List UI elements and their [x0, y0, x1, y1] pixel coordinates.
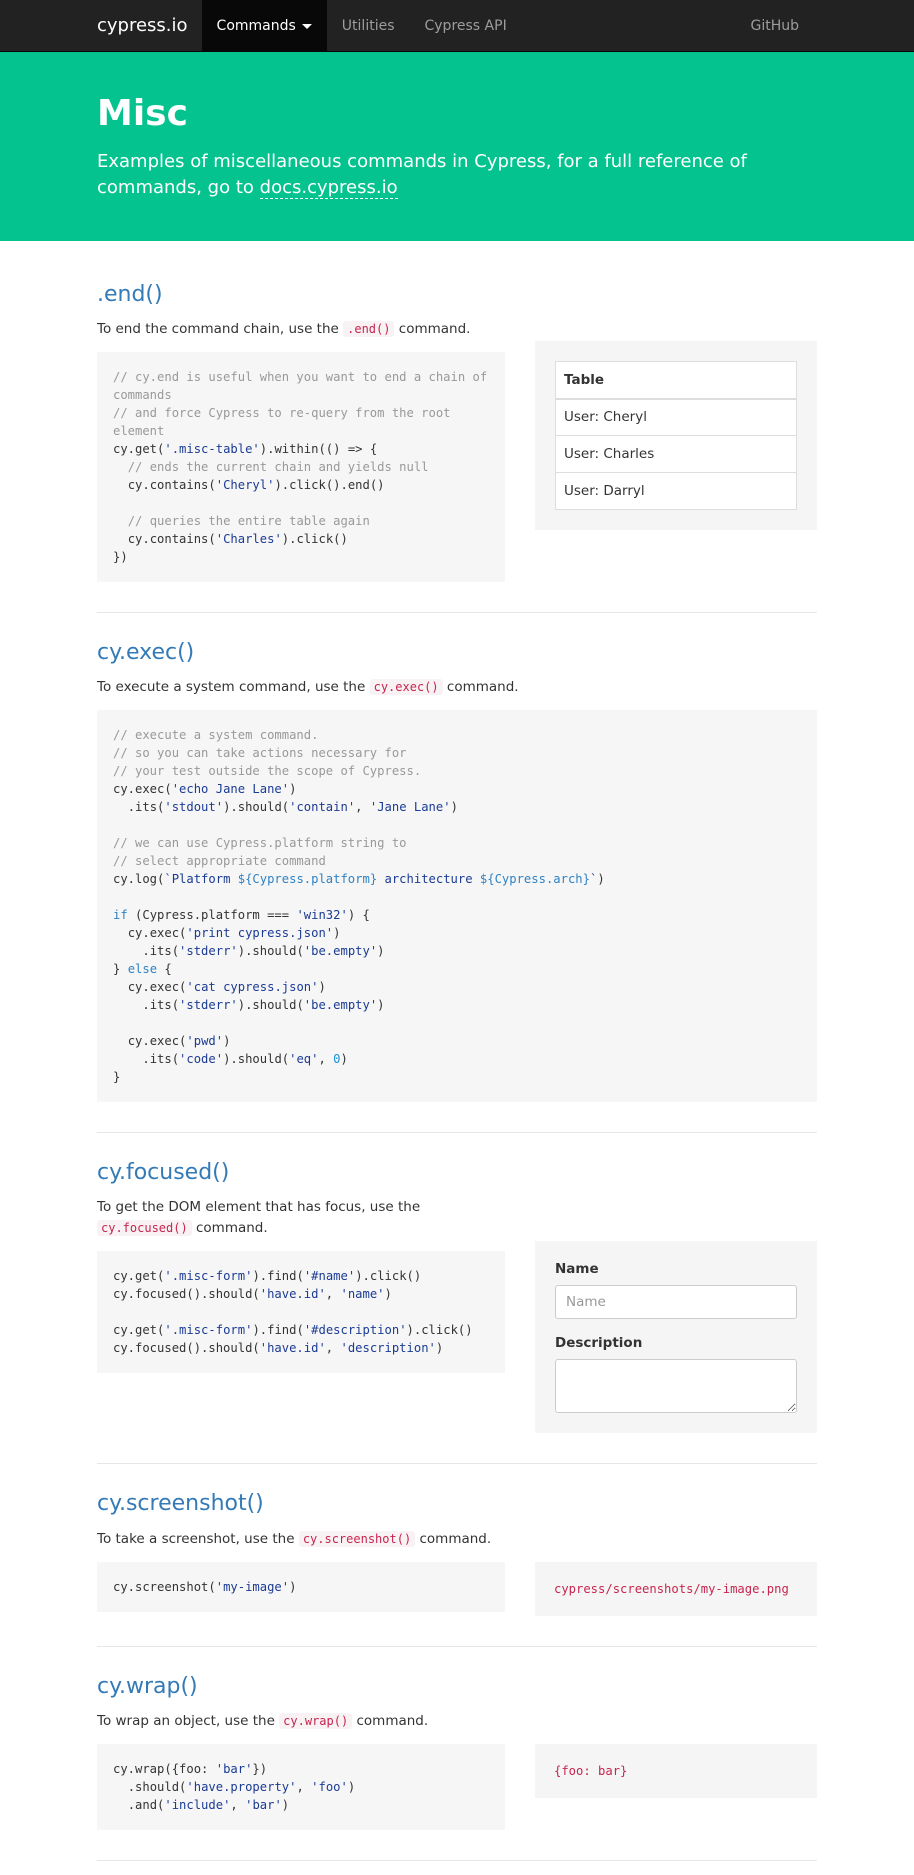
misc-table: Table User: Cheryl User: Charles User: D…: [555, 361, 797, 511]
nav-commands-label: Commands: [216, 18, 296, 34]
code-line: cy.screenshot('my-image'): [113, 1579, 297, 1594]
code-line: cy.get('.misc-form').find('#name').click…: [113, 1269, 422, 1284]
code-line: cy.exec('print cypress.json'): [113, 926, 341, 941]
section-focused: cy.focused() To get the DOM element that…: [97, 1133, 817, 1465]
code-line: }): [113, 550, 128, 565]
desc-text: command.: [398, 321, 471, 338]
misc-table-well: Table User: Cheryl User: Charles User: D…: [535, 341, 817, 531]
desc-text: To get the DOM element that has focus, u…: [97, 1199, 421, 1216]
main-content: .end() To end the command chain, use the…: [0, 241, 914, 1861]
description-textarea[interactable]: [555, 1359, 797, 1414]
section-title-wrap[interactable]: cy.wrap(): [97, 1674, 817, 1699]
code-line: .its('code').should('eq', 0): [113, 1052, 348, 1067]
table-cell[interactable]: User: Cheryl: [555, 398, 797, 437]
section-exec: cy.exec() To execute a system command, u…: [97, 613, 817, 1134]
code-line: cy.focused().should('have.id', 'name'): [113, 1287, 392, 1302]
brand-link[interactable]: cypress.io: [97, 0, 188, 51]
table-row[interactable]: User: Charles: [555, 435, 797, 474]
inline-code: cy.wrap(): [279, 1712, 353, 1729]
nav-cypress-api[interactable]: Cypress API: [410, 0, 522, 51]
name-label: Name: [555, 1261, 599, 1278]
code-line: cy.contains('Charles').click(): [113, 532, 348, 547]
code-line: // ends the current chain and yields nul…: [113, 460, 429, 475]
code-line: .should('have.property', 'foo'): [113, 1779, 356, 1794]
code-line: .its('stderr').should('be.empty'): [113, 998, 385, 1013]
code-line: cy.get('.misc-table').within(() => {: [113, 442, 378, 457]
desc-text: command.: [419, 1530, 492, 1547]
desc-text: command.: [446, 679, 519, 696]
code-block-exec: // execute a system command. // so you c…: [97, 710, 817, 1103]
code-line: cy.contains('Cheryl').click().end(): [113, 478, 385, 493]
inline-code: cy.exec(): [369, 679, 443, 696]
section-description-wrap: To wrap an object, use the cy.wrap() com…: [97, 1711, 817, 1732]
code-line: cy.wrap({foo: 'bar'}): [113, 1761, 268, 1776]
nav-spacer: [522, 0, 736, 51]
code-line: .its('stdout').should('contain', 'Jane L…: [113, 800, 458, 815]
page-description-text: Examples of miscellaneous commands in Cy…: [97, 151, 747, 199]
section-title-end[interactable]: .end(): [97, 282, 817, 307]
name-input[interactable]: [555, 1285, 797, 1320]
code-line: // and force Cypress to re-query from th…: [113, 406, 458, 439]
section-wrap: cy.wrap() To wrap an object, use the cy.…: [97, 1647, 817, 1861]
caret-down-icon: [301, 23, 312, 29]
wrap-output: {foo: bar}: [535, 1743, 817, 1798]
inline-code: .end(): [343, 321, 395, 338]
code-line: }: [113, 1070, 121, 1085]
code-block-end: // cy.end is useful when you want to end…: [97, 352, 505, 583]
section-title-screenshot[interactable]: cy.screenshot(): [97, 1492, 817, 1516]
table-cell[interactable]: User: Charles: [555, 435, 797, 474]
desc-text: command.: [196, 1220, 268, 1237]
code-line: .its('stderr').should('be.empty'): [113, 944, 385, 959]
section-description-end: To end the command chain, use the .end()…: [97, 319, 505, 340]
misc-form: Name Description: [535, 1241, 817, 1434]
code-block-screenshot: cy.screenshot('my-image'): [97, 1561, 505, 1612]
table-header: Table: [555, 361, 797, 400]
code-line: // your test outside the scope of Cypres…: [113, 764, 422, 779]
code-line: cy.exec('echo Jane Lane'): [113, 782, 297, 797]
code-line: // so you can take actions necessary for: [113, 746, 407, 761]
section-title-exec[interactable]: cy.exec(): [97, 640, 817, 665]
desc-text: To execute a system command, use the: [97, 679, 366, 696]
inline-code: cy.focused(): [97, 1220, 192, 1237]
nav-commands-dropdown[interactable]: Commands: [201, 0, 327, 51]
inline-code: cy.screenshot(): [298, 1530, 416, 1547]
section-description-screenshot: To take a screenshot, use the cy.screens…: [97, 1529, 817, 1550]
nav-github[interactable]: GitHub: [735, 0, 814, 51]
table-row[interactable]: User: Cheryl: [555, 398, 797, 437]
table-cell[interactable]: User: Darryl: [555, 472, 797, 511]
code-line: cy.get('.misc-form').find('#description'…: [113, 1323, 473, 1338]
desc-text: To take a screenshot, use the: [97, 1530, 295, 1547]
section-description-exec: To execute a system command, use the cy.…: [97, 677, 817, 698]
code-line: cy.focused().should('have.id', 'descript…: [113, 1341, 444, 1356]
section-title-focused[interactable]: cy.focused(): [97, 1161, 817, 1185]
code-line: cy.log(`Platform ${Cypress.platform} arc…: [113, 872, 605, 887]
section-screenshot: cy.screenshot() To take a screenshot, us…: [97, 1464, 817, 1647]
desc-text: To end the command chain, use the: [97, 321, 339, 338]
page-title: Misc: [97, 93, 188, 134]
description-label: Description: [555, 1335, 643, 1352]
code-line: // cy.end is useful when you want to end…: [113, 370, 495, 403]
table-row[interactable]: User: Darryl: [555, 472, 797, 511]
code-block-wrap: cy.wrap({foo: 'bar'}) .should('have.prop…: [97, 1743, 505, 1830]
code-line: // execute a system command.: [113, 728, 319, 743]
page-description: Examples of miscellaneous commands in Cy…: [97, 149, 817, 201]
desc-text: To wrap an object, use the: [97, 1712, 275, 1729]
docs-link[interactable]: docs.cypress.io: [259, 177, 398, 200]
screenshot-output: cypress/screenshots/my-image.png: [535, 1561, 817, 1616]
code-line: // we can use Cypress.platform string to: [113, 836, 407, 851]
code-line: // select appropriate command: [113, 854, 326, 869]
code-line: if (Cypress.platform === 'win32') {: [113, 908, 370, 923]
code-line: .and('include', 'bar'): [113, 1797, 290, 1812]
navbar: cypress.io Commands Utilities Cypress AP…: [0, 0, 914, 52]
section-end: .end() To end the command chain, use the…: [97, 241, 817, 614]
code-line: } else {: [113, 962, 172, 977]
code-line: // queries the entire table again: [113, 514, 370, 529]
code-block-focused: cy.get('.misc-form').find('#name').click…: [97, 1251, 505, 1374]
nav-utilities[interactable]: Utilities: [327, 0, 410, 51]
code-line: cy.exec('cat cypress.json'): [113, 980, 326, 995]
desc-text: command.: [356, 1712, 429, 1729]
code-line: cy.exec('pwd'): [113, 1034, 231, 1049]
section-description-focused: To get the DOM element that has focus, u…: [97, 1197, 505, 1239]
page-banner: Misc Examples of miscellaneous commands …: [0, 52, 914, 241]
